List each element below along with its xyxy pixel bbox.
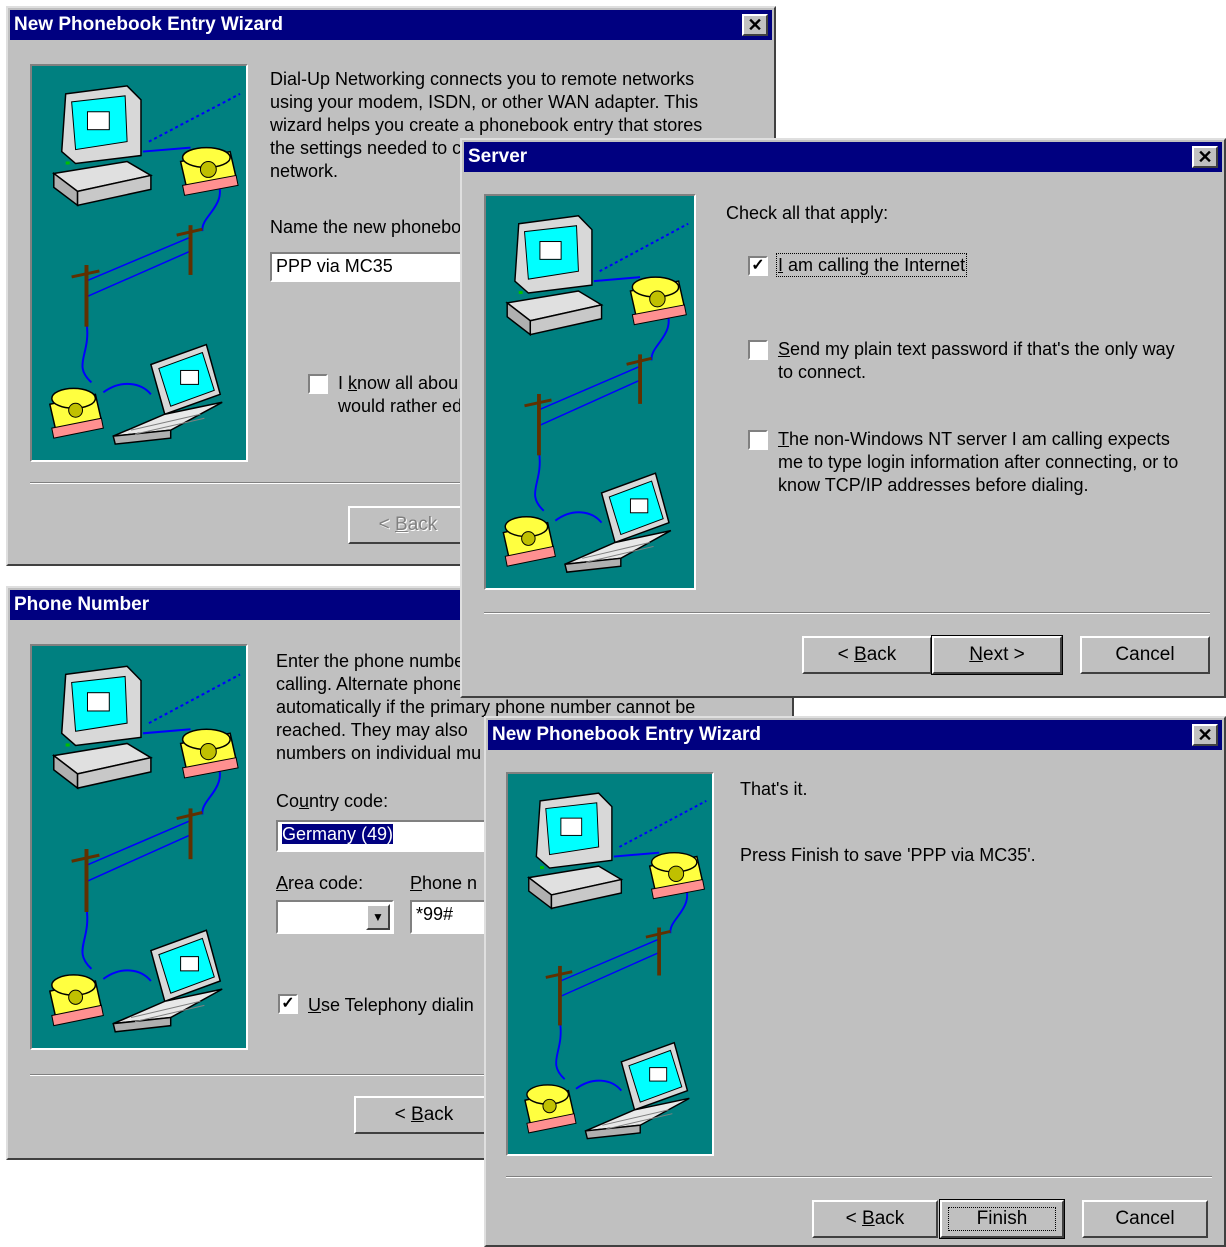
manual-edit-label: I know all abou would rather ed <box>338 373 463 416</box>
focus-rect <box>948 1207 1056 1231</box>
close-icon[interactable]: ✕ <box>742 14 768 36</box>
title-bar: Server ✕ <box>464 142 1222 172</box>
window-title: New Phonebook Entry Wizard <box>14 14 284 35</box>
close-icon[interactable]: ✕ <box>1192 146 1218 168</box>
non-nt-server-checkbox[interactable] <box>748 430 768 450</box>
wizard-window-finish: New Phonebook Entry Wizard ✕ That's it. … <box>484 716 1226 1247</box>
next-button[interactable]: Next > <box>931 635 1063 675</box>
title-bar: New Phonebook Entry Wizard ✕ <box>488 720 1222 750</box>
chevron-down-icon[interactable]: ▼ <box>366 904 390 930</box>
telephony-label: Use Telephony dialin <box>308 995 474 1015</box>
area-code-label: Area code: <box>276 873 364 893</box>
calling-internet-checkbox[interactable]: ✓ <box>748 256 768 276</box>
country-code-select[interactable]: Germany (49) <box>276 820 516 852</box>
illustration <box>506 772 714 1156</box>
back-button[interactable]: < Back <box>812 1200 938 1238</box>
close-icon[interactable]: ✕ <box>1192 724 1218 746</box>
area-code-select[interactable]: ▼ <box>276 900 394 934</box>
manual-edit-checkbox[interactable] <box>308 374 328 394</box>
illustration <box>30 64 248 462</box>
illustration <box>30 644 248 1050</box>
window-title: Server <box>468 146 528 167</box>
illustration <box>484 194 696 590</box>
back-button[interactable]: < Back <box>802 636 932 674</box>
dialup-network-illustration <box>502 215 689 573</box>
dialup-network-illustration <box>524 792 707 1140</box>
plain-password-label: Send my plain text password if that's th… <box>778 339 1175 382</box>
wizard-window-server: Server ✕ Check all that apply: ✓ I am ca… <box>460 138 1226 698</box>
cancel-button[interactable]: Cancel <box>1080 636 1210 674</box>
phone-number-label: Phone n <box>410 873 478 893</box>
thats-it-text: That's it. <box>740 779 808 799</box>
plain-password-checkbox[interactable] <box>748 340 768 360</box>
finish-button[interactable]: Finish <box>939 1199 1065 1239</box>
press-finish-text: Press Finish to save 'PPP via MC35'. <box>740 845 1036 865</box>
telephony-checkbox[interactable]: ✓ <box>278 994 298 1014</box>
separator <box>506 1176 1212 1178</box>
back-button[interactable]: < Back <box>354 1096 494 1134</box>
country-code-label: Country code: <box>276 791 389 811</box>
check-all-label: Check all that apply: <box>726 203 889 223</box>
window-title: Phone Number <box>14 594 150 615</box>
dialup-network-illustration <box>48 85 241 445</box>
title-bar: New Phonebook Entry Wizard ✕ <box>10 10 772 40</box>
entry-name-input[interactable]: PPP via MC35 <box>270 252 490 282</box>
dialup-network-illustration <box>48 665 241 1033</box>
non-nt-server-label: The non-Windows NT server I am calling e… <box>778 429 1179 495</box>
separator <box>484 612 1210 614</box>
calling-internet-label: I am calling the Internet <box>775 253 968 277</box>
name-label: Name the new phonebo <box>270 217 462 237</box>
cancel-button[interactable]: Cancel <box>1082 1200 1208 1238</box>
window-title: New Phonebook Entry Wizard <box>492 724 762 745</box>
back-button[interactable]: < Back <box>348 506 468 544</box>
